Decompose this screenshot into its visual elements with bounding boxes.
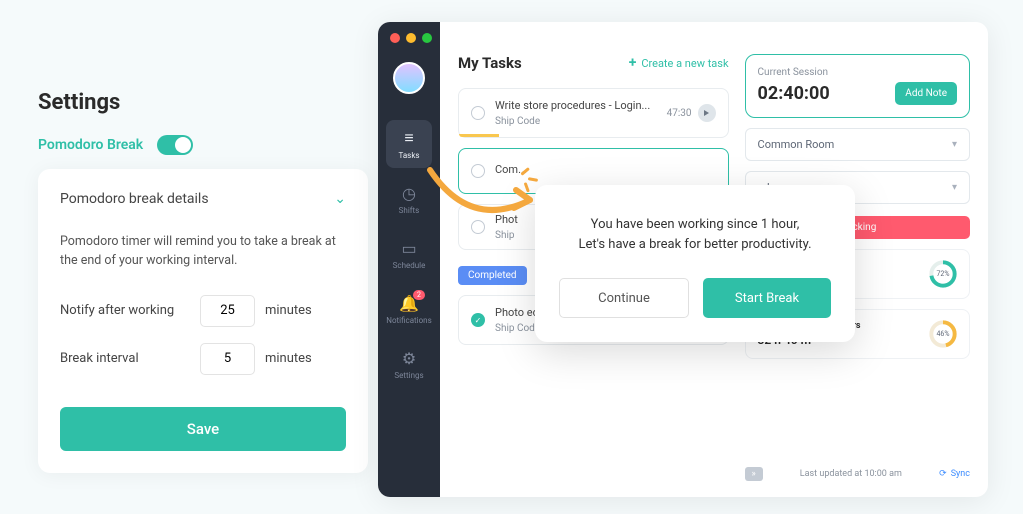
interval-unit: minutes bbox=[265, 351, 312, 366]
calendar-icon: ▭ bbox=[386, 239, 432, 258]
gear-icon: ⚙ bbox=[386, 349, 432, 368]
nav-schedule[interactable]: ▭ Schedule bbox=[386, 231, 432, 278]
notify-label: Notify after working bbox=[60, 303, 190, 318]
add-note-button[interactable]: Add Note bbox=[895, 82, 957, 105]
pomodoro-label: Pomodoro Break bbox=[38, 137, 143, 153]
nav-notif-label: Notifications bbox=[386, 316, 432, 325]
notify-input[interactable] bbox=[200, 295, 255, 327]
play-icon bbox=[704, 110, 709, 116]
task-title: Com... bbox=[495, 163, 655, 176]
task-radio-icon[interactable] bbox=[471, 106, 485, 120]
popup-message: You have been working since 1 hour, Let'… bbox=[559, 215, 831, 254]
check-icon: ✓ bbox=[471, 313, 485, 327]
break-popup: You have been working since 1 hour, Let'… bbox=[535, 185, 855, 342]
completed-section-pill: Completed bbox=[458, 266, 527, 285]
nav-notifications[interactable]: 🔔 2 Notifications bbox=[386, 286, 432, 333]
create-task-label: Create a new task bbox=[641, 57, 728, 70]
settings-panel: Settings Pomodoro Break Pomodoro break d… bbox=[38, 90, 368, 473]
chevron-down-icon: ▾ bbox=[952, 182, 957, 193]
footer-row: » Last updated at 10:00 am ⟳ Sync bbox=[745, 467, 970, 481]
start-break-button[interactable]: Start Break bbox=[703, 278, 831, 318]
room-value: Common Room bbox=[758, 138, 835, 151]
session-time: 02:40:00 bbox=[758, 83, 830, 104]
clock-icon: ◷ bbox=[386, 184, 432, 203]
weekly-pct: 46% bbox=[937, 330, 950, 338]
weekly-donut-chart: 46% bbox=[929, 320, 957, 348]
notify-unit: minutes bbox=[265, 303, 312, 318]
create-task-link[interactable]: + Create a new task bbox=[629, 55, 729, 71]
sidebar: ≡ Tasks ◷ Shifts ▭ Schedule 🔔 2 Notifica… bbox=[378, 22, 440, 497]
session-label: Current Session bbox=[758, 67, 957, 78]
details-title: Pomodoro break details bbox=[60, 191, 209, 207]
play-button[interactable] bbox=[698, 104, 716, 122]
interval-row: Break interval minutes bbox=[60, 343, 346, 375]
nav-shifts[interactable]: ◷ Shifts bbox=[386, 176, 432, 223]
close-window-icon[interactable] bbox=[390, 33, 400, 43]
task-subtitle: Ship Code bbox=[495, 116, 667, 127]
maximize-window-icon[interactable] bbox=[422, 33, 432, 43]
sync-button[interactable]: ⟳ Sync bbox=[939, 469, 970, 479]
sync-icon: ⟳ bbox=[939, 469, 947, 479]
tasks-header: My Tasks + Create a new task bbox=[458, 54, 729, 72]
room-select[interactable]: Common Room ▾ bbox=[745, 128, 970, 161]
traffic-lights bbox=[390, 33, 432, 43]
avatar[interactable] bbox=[393, 62, 425, 94]
continue-button[interactable]: Continue bbox=[559, 278, 689, 318]
session-card: Current Session 02:40:00 Add Note bbox=[745, 54, 970, 118]
tasks-title: My Tasks bbox=[458, 54, 522, 72]
minimize-window-icon[interactable] bbox=[406, 33, 416, 43]
task-card[interactable]: Write store procedures - Login... Ship C… bbox=[458, 88, 729, 138]
daily-donut-chart: 72% bbox=[929, 260, 957, 288]
daily-pct: 72% bbox=[937, 270, 950, 278]
collapse-button[interactable]: » bbox=[745, 467, 763, 481]
task-title: Write store procedures - Login... bbox=[495, 99, 655, 112]
list-icon: ≡ bbox=[386, 128, 432, 148]
chevron-down-icon: ⌄ bbox=[334, 191, 346, 207]
interval-label: Break interval bbox=[60, 351, 190, 366]
details-expander[interactable]: Pomodoro break details ⌄ bbox=[60, 191, 346, 207]
last-updated: Last updated at 10:00 am bbox=[800, 469, 902, 479]
task-radio-icon[interactable] bbox=[471, 220, 485, 234]
nav-tasks[interactable]: ≡ Tasks bbox=[386, 120, 432, 168]
chevron-down-icon: ▾ bbox=[952, 139, 957, 150]
nav-schedule-label: Schedule bbox=[386, 261, 432, 270]
nav-settings-label: Settings bbox=[386, 371, 432, 380]
settings-description: Pomodoro timer will remind you to take a… bbox=[60, 233, 346, 271]
settings-title: Settings bbox=[38, 90, 368, 115]
task-radio-icon[interactable] bbox=[471, 164, 485, 178]
sync-label: Sync bbox=[951, 469, 970, 479]
nav-shifts-label: Shifts bbox=[386, 206, 432, 215]
notify-row: Notify after working minutes bbox=[60, 295, 346, 327]
nav-settings[interactable]: ⚙ Settings bbox=[386, 341, 432, 388]
pomodoro-card: Pomodoro break details ⌄ Pomodoro timer … bbox=[38, 169, 368, 473]
pomodoro-toggle[interactable] bbox=[157, 135, 193, 155]
interval-input[interactable] bbox=[200, 343, 255, 375]
notif-badge: 2 bbox=[413, 290, 425, 300]
save-button[interactable]: Save bbox=[60, 407, 346, 451]
plus-icon: + bbox=[629, 55, 637, 71]
task-progress-bar bbox=[459, 134, 499, 137]
pomodoro-toggle-row: Pomodoro Break bbox=[38, 135, 368, 155]
nav-tasks-label: Tasks bbox=[386, 151, 432, 160]
task-time: 47:30 bbox=[667, 108, 692, 119]
